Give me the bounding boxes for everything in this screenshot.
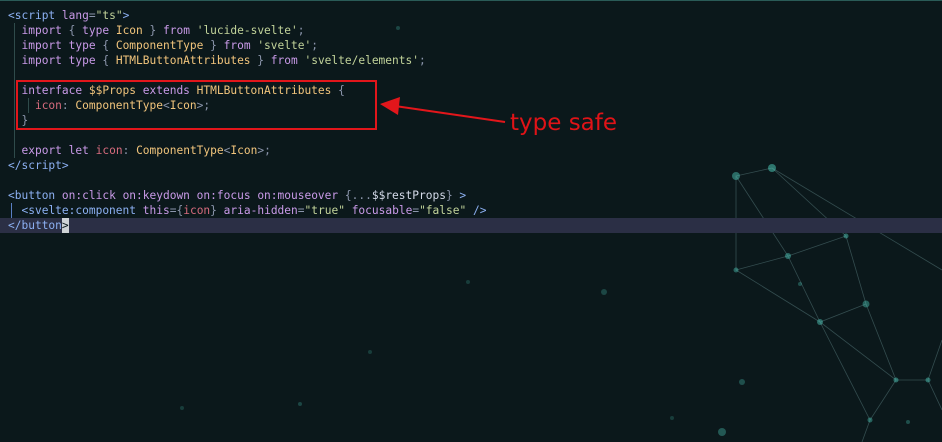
- annotation-label: type safe: [510, 110, 618, 136]
- annotation-arrow: [380, 97, 506, 123]
